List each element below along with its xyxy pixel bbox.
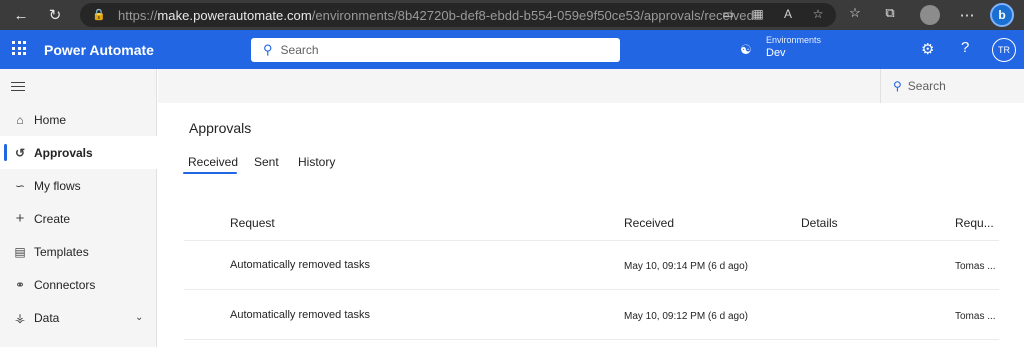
tab-sent[interactable]: Sent	[254, 155, 279, 169]
environment-value[interactable]: Dev	[766, 47, 786, 59]
global-search-placeholder: Search	[280, 43, 319, 57]
sidebar-item-label: Create	[34, 211, 71, 226]
read-aloud-icon[interactable]: A	[780, 7, 796, 21]
sidebar-item-home[interactable]: ⌂ Home	[0, 103, 157, 136]
cell-request[interactable]: Automatically removed tasks	[230, 309, 370, 321]
table-divider	[184, 339, 999, 340]
sidebar-item-label: Data	[34, 310, 60, 325]
environment-label[interactable]: Environments	[766, 35, 821, 45]
global-search-input[interactable]: ⚲ Search	[251, 38, 620, 62]
home-icon: ⌂	[16, 112, 24, 127]
tab-history[interactable]: History	[298, 155, 335, 169]
sidebar-item-label: Templates	[34, 244, 89, 259]
approvals-icon: ↺	[14, 145, 26, 160]
app-title[interactable]: Power Automate	[44, 42, 154, 58]
gear-icon[interactable]: ⚙	[921, 40, 934, 58]
sidebar-item-approvals[interactable]: ↺ Approvals	[0, 136, 157, 169]
collections-icon[interactable]: ⧉	[881, 5, 899, 21]
cell-received: May 10, 09:12 PM (6 d ago)	[624, 311, 748, 322]
templates-icon: ▤	[14, 244, 26, 259]
cell-request[interactable]: Automatically removed tasks	[230, 259, 370, 271]
data-icon: ⚶	[14, 310, 26, 325]
flows-icon: ∽	[14, 178, 26, 193]
sidebar-item-data[interactable]: ⚶ Data ⌄	[0, 301, 157, 334]
tab-received[interactable]: Received	[188, 155, 238, 169]
hamburger-menu-icon[interactable]	[11, 82, 25, 94]
table-divider	[184, 240, 999, 241]
search-icon: ⚲	[263, 42, 273, 57]
app-available-icon[interactable]: ▭	[720, 7, 736, 21]
more-options-icon[interactable]: ⋯	[958, 6, 976, 24]
table-divider	[184, 289, 999, 290]
column-header-details[interactable]: Details	[801, 216, 838, 230]
plus-icon: +	[15, 210, 25, 227]
sidebar-item-templates[interactable]: ▤ Templates	[0, 235, 157, 268]
sidebar-item-label: Home	[34, 112, 67, 127]
environment-icon[interactable]: ☯	[740, 42, 752, 58]
lock-icon[interactable]: 🔒	[92, 8, 106, 22]
sidebar-item-label: My flows	[34, 178, 81, 193]
copilot-icon[interactable]: b	[990, 3, 1014, 27]
sidebar-item-my-flows[interactable]: ∽ My flows	[0, 169, 157, 202]
refresh-icon[interactable]: ↻	[46, 6, 64, 24]
column-header-received[interactable]: Received	[624, 216, 674, 230]
cell-requester: Tomas ...	[955, 311, 996, 322]
page-title: Approvals	[189, 120, 252, 136]
sidebar-item-create[interactable]: + Create	[0, 202, 157, 235]
browser-profile-avatar[interactable]	[920, 5, 940, 25]
favorites-icon[interactable]: ☆	[846, 5, 864, 21]
url-text[interactable]: https://make.powerautomate.com/environme…	[118, 8, 754, 23]
qr-icon[interactable]: ▦	[750, 7, 766, 21]
active-tab-indicator	[183, 172, 237, 174]
cell-requester: Tomas ...	[955, 261, 996, 272]
approvals-search-input[interactable]: ⚲ Search	[880, 69, 1024, 103]
sidebar-item-label: Approvals	[34, 145, 93, 160]
connectors-icon: ⚭	[14, 277, 26, 292]
browser-toolbar: ← ↻ 🔒 https://make.powerautomate.com/env…	[0, 0, 1024, 30]
app-header: Power Automate ⚲ Search ☯ Environments D…	[0, 30, 1024, 69]
help-icon[interactable]: ?	[961, 39, 969, 56]
column-header-requester[interactable]: Requ...	[955, 216, 994, 230]
app-launcher-icon[interactable]	[12, 41, 26, 55]
sidebar-item-label: Connectors	[34, 277, 96, 292]
favorite-add-icon[interactable]: ☆	[810, 7, 826, 21]
user-avatar[interactable]: TR	[992, 38, 1016, 62]
address-bar[interactable]: 🔒 https://make.powerautomate.com/environ…	[80, 3, 836, 27]
search-icon: ⚲	[893, 79, 902, 93]
sidebar-item-connectors[interactable]: ⚭ Connectors	[0, 268, 157, 301]
approvals-search-placeholder: Search	[907, 79, 946, 93]
sidebar: ⌂ Home ↺ Approvals ∽ My flows + Create ▤…	[0, 69, 157, 347]
chevron-down-icon[interactable]: ⌄	[135, 312, 143, 323]
column-header-request[interactable]: Request	[230, 216, 275, 230]
back-arrow-icon[interactable]: ←	[12, 6, 30, 24]
cell-received: May 10, 09:14 PM (6 d ago)	[624, 261, 748, 272]
